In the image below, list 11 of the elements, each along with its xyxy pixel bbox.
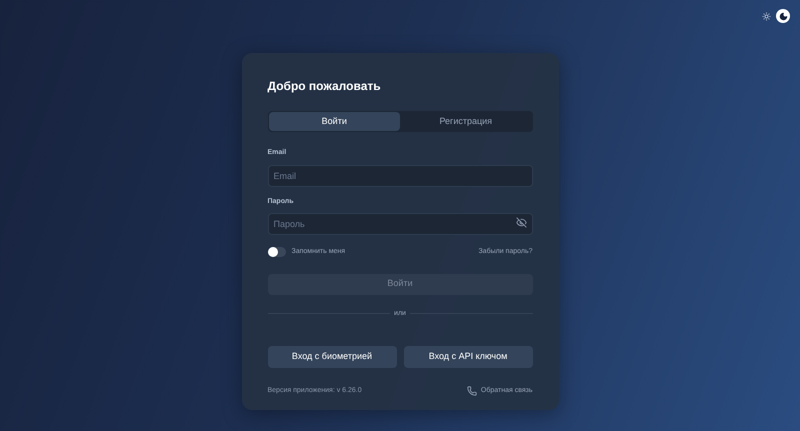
tab[interactable]: Войти (268, 112, 400, 131)
toggle-switch[interactable] (268, 247, 286, 258)
email-field[interactable]: Email (268, 164, 532, 186)
eye-off-icon[interactable] (516, 217, 526, 228)
login-option-button[interactable]: Вход с API ключом (404, 346, 532, 368)
password-field[interactable]: Пароль (268, 213, 532, 235)
moon-icon[interactable] (776, 9, 790, 23)
card-title: Добро пожаловать (268, 78, 382, 95)
tab[interactable]: Регистрация (400, 112, 532, 131)
phone-icon (466, 386, 477, 396)
login-option-button[interactable]: Вход с биометрией (268, 346, 396, 368)
